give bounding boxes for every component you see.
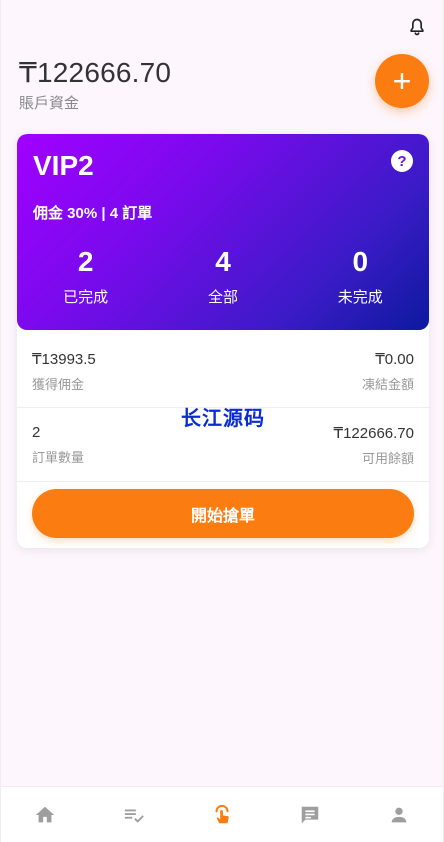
- available-balance-value: ₸122666.70: [333, 425, 414, 442]
- available-balance: ₸122666.70 可用餘額: [334, 424, 414, 467]
- plus-icon: +: [392, 63, 412, 99]
- account-balance-label: 賬戶資金: [19, 95, 80, 112]
- stat-incomplete-label: 未完成: [337, 289, 383, 306]
- stat-completed-label: 已完成: [63, 289, 109, 306]
- order-count-label: 訂單數量: [32, 450, 85, 465]
- stat-incomplete-value: 0: [352, 246, 369, 277]
- add-funds-button[interactable]: +: [375, 54, 429, 108]
- stat-all-label: 全部: [207, 289, 238, 306]
- order-stats: 2 已完成 4 全部 0 未完成: [17, 246, 429, 307]
- stat-all: 4 全部: [163, 246, 283, 307]
- orders-row: 2 訂單數量 ₸122666.70 可用餘額: [17, 414, 429, 482]
- available-balance-label: 可用餘額: [361, 451, 414, 466]
- stat-completed-value: 2: [77, 246, 94, 277]
- vip-level: VIP2: [33, 150, 94, 181]
- commission-row: ₸13993.5 獲得佣金 ₸0.00 凍結金額: [17, 340, 429, 408]
- tab-orders[interactable]: [109, 795, 159, 835]
- tab-grab-order[interactable]: [197, 795, 247, 835]
- stat-completed: 2 已完成: [26, 246, 146, 307]
- frozen-amount-value: ₸0.00: [375, 351, 414, 368]
- vip-commission-info: 佣金 30% | 4 訂單: [33, 205, 153, 222]
- vip-summary-card: VIP2 ? 佣金 30% | 4 訂單 2 已完成 4 全部 0 未完成 ₸1…: [17, 134, 429, 548]
- start-grab-order-button[interactable]: 開始搶單: [32, 489, 414, 538]
- app-screen: ₸122666.70 賬戶資金 + VIP2 ? 佣金 30% | 4 訂單 2…: [0, 0, 444, 842]
- stat-all-value: 4: [215, 246, 231, 277]
- earned-commission: ₸13993.5 獲得佣金: [32, 350, 96, 393]
- order-count-value: 2: [32, 424, 41, 441]
- home-icon: [36, 806, 55, 822]
- grab-order-icon: [215, 804, 229, 823]
- tab-messages[interactable]: [285, 795, 335, 835]
- tab-profile[interactable]: [374, 795, 424, 835]
- profile-icon: [391, 807, 407, 822]
- account-balance: ₸122666.70: [19, 57, 172, 88]
- help-icon[interactable]: ?: [391, 150, 413, 172]
- bell-icon[interactable]: [407, 16, 427, 38]
- bottom-tab-bar: [1, 786, 443, 842]
- tab-home[interactable]: [20, 795, 70, 835]
- balance-section: ₸122666.70 賬戶資金: [19, 56, 171, 113]
- order-list-icon: [124, 809, 144, 823]
- order-count: 2 訂單數量: [32, 424, 84, 466]
- vip-banner: VIP2 ? 佣金 30% | 4 訂單 2 已完成 4 全部 0 未完成: [17, 134, 429, 330]
- frozen-amount-label: 凍結金額: [361, 377, 414, 392]
- stat-incomplete: 0 未完成: [300, 246, 420, 307]
- frozen-amount: ₸0.00 凍結金額: [362, 350, 414, 393]
- earned-commission-value: ₸13993.5: [32, 351, 96, 368]
- message-icon: [302, 806, 319, 823]
- earned-commission-label: 獲得佣金: [32, 377, 85, 392]
